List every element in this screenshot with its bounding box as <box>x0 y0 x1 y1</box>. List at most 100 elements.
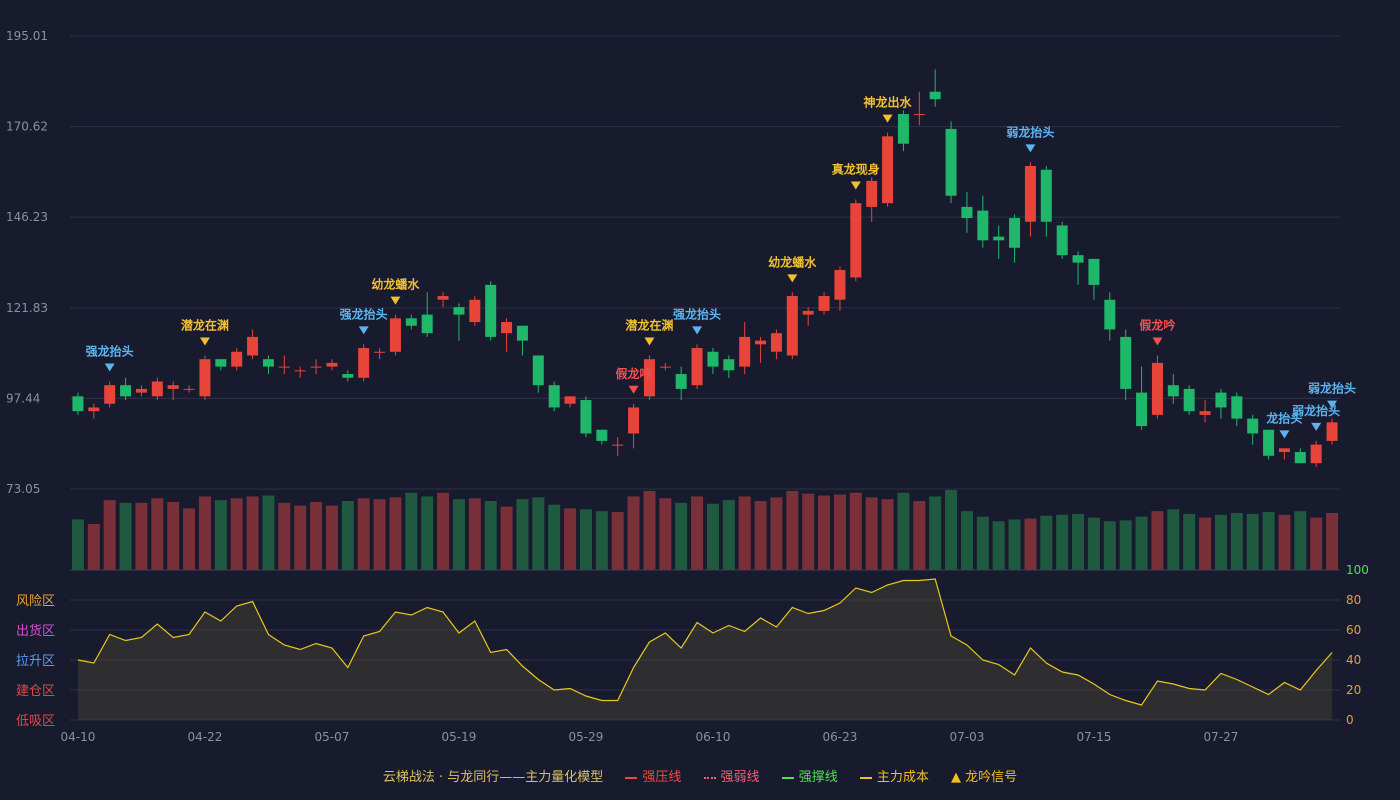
candle-body <box>739 336 751 367</box>
volume-bar <box>786 490 799 570</box>
legend-item-strength: 强弱线 <box>703 770 760 785</box>
candle-body <box>485 284 497 337</box>
volume-bar <box>532 497 545 570</box>
signal-arrow-icon <box>199 337 210 346</box>
candle-body <box>1040 169 1052 222</box>
volume-bar <box>357 498 370 570</box>
signal-arrow-icon <box>787 274 798 283</box>
candle-body <box>580 400 592 434</box>
support-swatch <box>781 776 794 779</box>
volume-bar <box>325 505 338 570</box>
volume-bar <box>675 502 688 570</box>
volume-bar <box>437 492 450 570</box>
signal-arrow-icon <box>850 181 861 190</box>
volume-bar <box>1056 514 1069 570</box>
candle-body <box>1024 166 1036 222</box>
signal-label: 假龙吟 <box>1139 317 1175 332</box>
candle-body <box>1088 258 1100 285</box>
cost-swatch <box>859 776 872 779</box>
volume-bar <box>246 496 259 570</box>
candle-body <box>675 374 687 389</box>
volume-bar <box>770 497 783 570</box>
legend-item-signal: ▲ 龙吟信号 <box>951 770 1017 785</box>
volume-bar <box>500 506 513 570</box>
volume-bar <box>548 504 561 570</box>
candle-body <box>564 396 576 404</box>
volume-bar <box>595 511 608 570</box>
signal-arrow-icon <box>644 337 655 346</box>
candle-body <box>1183 388 1195 412</box>
candle-body <box>897 114 909 144</box>
candle-body <box>231 351 243 367</box>
volume-bar <box>611 512 624 570</box>
zone-label: 建仓区 <box>16 684 55 699</box>
volume-bar <box>198 496 211 570</box>
candle-body <box>993 236 1005 241</box>
volume-bar <box>849 492 862 570</box>
volume-bar <box>579 509 592 570</box>
candle-body <box>929 91 941 100</box>
signal-arrow-icon <box>358 326 369 335</box>
candle-body <box>437 296 449 300</box>
candle-body <box>786 296 798 356</box>
candle-body <box>802 310 814 315</box>
indicator-tick-label: 40 <box>1346 653 1361 667</box>
x-tick-label: 06-10 <box>696 730 731 744</box>
volume-bar <box>1262 512 1275 570</box>
volume-bar <box>643 490 656 570</box>
candle-body <box>215 359 227 367</box>
volume-bar <box>1072 513 1085 570</box>
volume-bar <box>71 519 84 570</box>
x-tick-label: 05-29 <box>569 730 604 744</box>
candle-body <box>453 307 465 315</box>
candle-body <box>1151 362 1163 415</box>
legend-label-strength: 强弱线 <box>720 770 760 785</box>
strength-swatch <box>703 776 716 779</box>
candle-body <box>850 203 862 278</box>
legend-label-support: 强撑线 <box>798 770 838 785</box>
signal-label: 幼龙蟠水 <box>371 277 420 292</box>
signal-label: 假龙吟 <box>616 366 652 381</box>
signal-arrow-icon <box>692 326 703 335</box>
signal-label: 弱龙抬头 <box>1308 381 1356 396</box>
signal-arrow-icon <box>390 296 401 305</box>
candle-body <box>469 299 481 323</box>
x-tick-label: 04-10 <box>61 730 96 744</box>
signal-label: 潜龙在渊 <box>181 317 229 332</box>
x-tick-label: 05-19 <box>442 730 477 744</box>
legend-label-resistance: 强压线 <box>642 770 682 785</box>
candle-body <box>1278 448 1290 453</box>
volume-bar <box>516 499 529 570</box>
volume-bar <box>405 492 418 570</box>
volume-bar <box>1087 517 1100 570</box>
x-tick-label: 07-15 <box>1077 730 1112 744</box>
candle-body <box>1199 411 1211 415</box>
candle-body <box>72 396 84 412</box>
legend-item-cost: 主力成本 <box>859 770 929 785</box>
candle-body <box>199 359 211 397</box>
legend-title: 云梯战法 · 与龙同行——主力量化模型 <box>382 770 604 785</box>
volume-bar <box>103 500 116 570</box>
volume-bar <box>167 501 180 570</box>
volume-bar <box>1246 513 1259 570</box>
candle-body <box>135 388 147 393</box>
candle-body <box>548 385 560 408</box>
x-tick-label: 07-03 <box>950 730 985 744</box>
volume-bar <box>468 498 481 570</box>
volume-bar <box>1294 511 1307 570</box>
volume-bar <box>960 511 973 570</box>
candle-body <box>278 366 290 368</box>
candle-body <box>770 333 782 352</box>
price-tick-label: 73.05 <box>6 482 40 496</box>
volume-bar <box>1040 515 1053 570</box>
x-tick-label: 07-27 <box>1204 730 1239 744</box>
candle-body <box>532 355 544 386</box>
candle-body <box>516 325 528 341</box>
volume-bar <box>1167 509 1180 570</box>
candle-body <box>1072 255 1084 263</box>
chart-legend: 云梯战法 · 与龙同行——主力量化模型 强压线 强弱线 强撑线 主力成本 ▲ 龙… <box>0 766 1400 785</box>
volume-bar <box>119 502 132 570</box>
volume-bar <box>659 498 672 570</box>
volume-bar <box>87 524 100 570</box>
candle-body <box>421 314 433 334</box>
